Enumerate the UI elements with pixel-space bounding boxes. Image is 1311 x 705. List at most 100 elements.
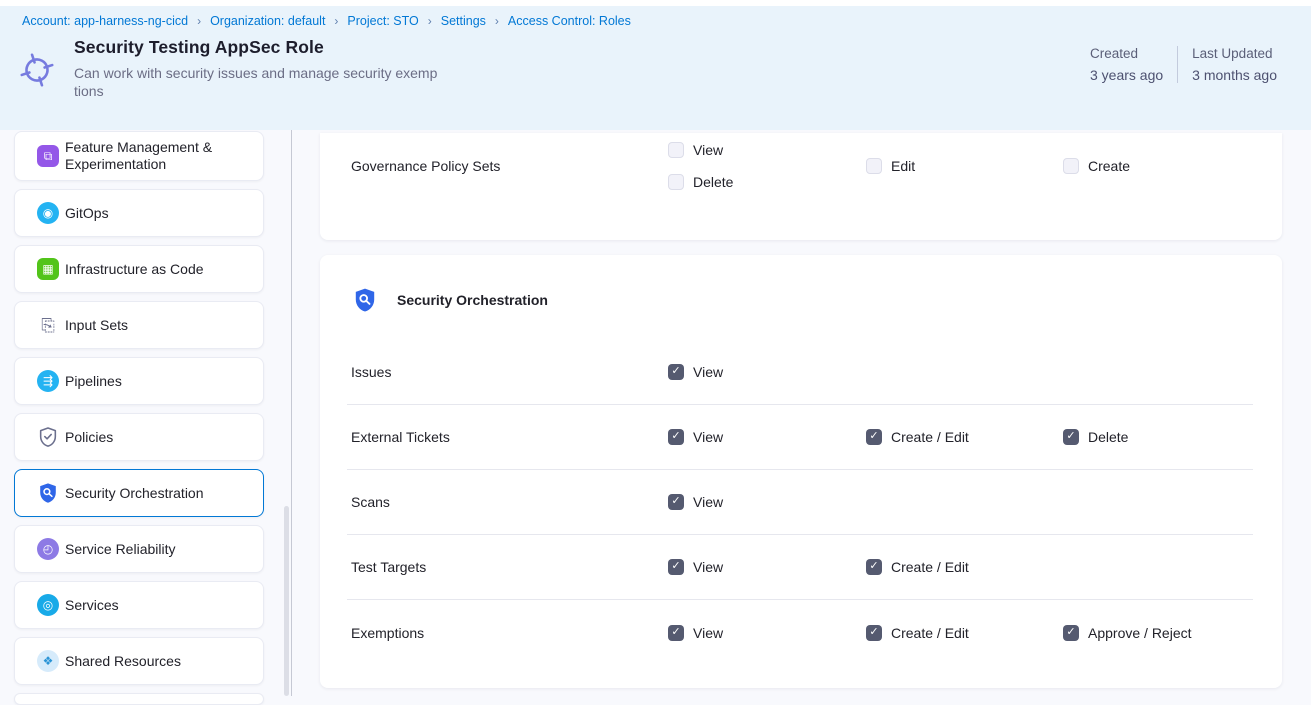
permission-cell: ✓Create / Edit — [866, 559, 1063, 575]
permission-label: View — [693, 364, 723, 380]
permission-checkbox[interactable] — [668, 142, 684, 158]
breadcrumb-item[interactable]: Account: app-harness-ng-cicd — [22, 14, 188, 28]
sidebar-item-label: Service Reliability — [65, 541, 175, 558]
sidebar-item-label: Policies — [65, 429, 113, 446]
permission-cell: ✓ Create / Edit — [866, 625, 1063, 641]
sidebar-item-shared-resources[interactable]: ❖ Shared Resources — [14, 637, 264, 685]
breadcrumb-item[interactable]: Access Control: Roles — [508, 14, 631, 28]
sidebar-item-label: GitOps — [65, 205, 109, 222]
services-icon: ◎ — [37, 594, 59, 616]
permission-row-exemptions: Exemptions✓View✓Create / Edit✓Approve / … — [347, 600, 1253, 665]
sidebar-item-label: Feature Management & Experimentation — [65, 139, 263, 173]
sidebar-item-policies[interactable]: Policies — [14, 413, 264, 461]
permission-cell: ✓ View — [668, 625, 866, 641]
permission-row-issues: Issues✓ View — [347, 340, 1253, 405]
permission-label: View — [693, 625, 723, 641]
permission-cell: ✓ View — [668, 559, 866, 575]
permission-label: View — [693, 142, 723, 158]
permission-checkbox[interactable]: ✓ — [866, 429, 882, 445]
breadcrumb: Account: app-harness-ng-cicd › Organizatio… — [0, 6, 1311, 28]
role-description: Can work with security issues and manage… — [74, 64, 437, 100]
card-title: Security Orchestration — [397, 292, 548, 308]
permission: ✓View — [668, 494, 866, 510]
permission: ✓ View — [668, 625, 866, 641]
permission-cell: ✓ View — [668, 429, 866, 445]
permissions-panel: Governance Policy SetsViewDeleteEditCrea… — [320, 133, 1282, 688]
sidebar-item-label: Pipelines — [65, 373, 122, 390]
sidebar-item-service-reliability[interactable]: ◴ Service Reliability — [14, 525, 264, 573]
breadcrumb-separator: › — [334, 14, 338, 28]
permission-label: View — [693, 559, 723, 575]
permission: ✓Create / Edit — [866, 429, 1063, 445]
policies-icon — [37, 426, 59, 448]
meta-column: Created3 years ago — [1076, 46, 1177, 83]
permission-label: Create / Edit — [891, 625, 969, 641]
permission-checkbox[interactable]: ✓ — [1063, 429, 1079, 445]
sidebar-divider — [291, 130, 292, 696]
sidebar-item-infrastructure-as-code[interactable]: ▦Infrastructure as Code — [14, 245, 264, 293]
permission-checkbox[interactable]: ✓ — [668, 494, 684, 510]
permission-checkbox[interactable]: ✓ — [1063, 625, 1079, 641]
permission-checkbox[interactable] — [1063, 158, 1079, 174]
gitops-icon: ◉ — [37, 202, 59, 224]
sidebar-item-gitops[interactable]: ◉ GitOps — [14, 189, 264, 237]
permission-checkbox[interactable] — [866, 158, 882, 174]
sidebar-item-input-sets[interactable]: ⎘ Input Sets — [14, 301, 264, 349]
permission-checkbox[interactable]: ✓ — [668, 429, 684, 445]
permission-cell: Edit — [866, 158, 1063, 174]
permission-checkbox[interactable]: ✓ — [668, 364, 684, 380]
sidebar-item-feature-management-experimentation[interactable]: ⧉ Feature Management & Experimentation — [14, 131, 264, 181]
feature-management-icon: ⧉ — [37, 145, 59, 167]
permission-checkbox[interactable]: ✓ — [668, 559, 684, 575]
permission-label: View — [693, 429, 723, 445]
permission-checkbox[interactable] — [668, 174, 684, 190]
permission-checkbox[interactable]: ✓ — [866, 559, 882, 575]
permission-row-test-targets: Test Targets✓View✓Create / Edit — [347, 535, 1253, 600]
sidebar-item-pipelines[interactable]: ⇶ Pipelines — [14, 357, 264, 405]
permission: ✓Delete — [1063, 429, 1253, 445]
security-orchestration-icon — [37, 482, 59, 504]
sidebar-item-label: Security Orchestration — [65, 485, 204, 502]
permission-checkbox[interactable]: ✓ — [866, 625, 882, 641]
resource-label: Exemptions — [347, 625, 668, 641]
shared-resources-icon: ❖ — [37, 650, 59, 672]
breadcrumb-separator: › — [428, 14, 432, 28]
sidebar-item-security-orchestration[interactable]: Security Orchestration — [14, 469, 264, 517]
permission-checkbox[interactable]: ✓ — [668, 625, 684, 641]
permission-row-governance: Governance Policy SetsViewDeleteEditCrea… — [347, 142, 1253, 190]
permission: ✓Create / Edit — [866, 559, 1063, 575]
permission-cell: ✓ View — [668, 364, 866, 380]
resource-group-sidebar: ⧉ Feature Management & Experimentation ◉ Gi… — [14, 131, 264, 705]
role-meta: Created3 years agoLast Updated3 months a… — [1076, 46, 1291, 83]
resource-label: External Tickets — [347, 429, 668, 445]
permission-cell: ✓Delete — [1063, 429, 1253, 445]
resource-label: Test Targets — [347, 559, 668, 575]
resource-label: Governance Policy Sets — [347, 158, 668, 174]
breadcrumb-separator: › — [197, 14, 201, 28]
meta-column: Last Updated3 months ago — [1177, 46, 1291, 83]
resource-label: Issues — [347, 364, 668, 380]
permission: ✓ Create / Edit — [866, 625, 1063, 641]
sidebar-item-partial[interactable] — [14, 693, 264, 705]
meta-label: Created — [1090, 46, 1163, 61]
sidebar-item-services[interactable]: ◎ Services — [14, 581, 264, 629]
breadcrumb-item[interactable]: Project: STO — [347, 14, 418, 28]
sidebar-item-label: Input Sets — [65, 317, 128, 334]
sidebar-item-label: Shared Resources — [65, 653, 181, 670]
permission-row-scans: Scans✓View — [347, 470, 1253, 535]
permission-cell: Create — [1063, 158, 1253, 174]
sidebar-item-label: Services — [65, 597, 119, 614]
service-reliability-icon: ◴ — [37, 538, 59, 560]
breadcrumb-separator: › — [495, 14, 499, 28]
breadcrumb-item[interactable]: Settings — [441, 14, 486, 28]
meta-label: Last Updated — [1192, 46, 1277, 61]
page-header-band: Account: app-harness-ng-cicd › Organizatio… — [0, 0, 1311, 130]
role-target-icon — [14, 47, 60, 93]
permission: ✓ View — [668, 364, 866, 380]
input-sets-icon: ⎘ — [37, 314, 59, 336]
permission: View — [668, 142, 866, 158]
sidebar-scrollbar[interactable] — [284, 506, 289, 696]
breadcrumb-item[interactable]: Organization: default — [210, 14, 325, 28]
permission: ✓ View — [668, 559, 866, 575]
pipelines-icon: ⇶ — [37, 370, 59, 392]
